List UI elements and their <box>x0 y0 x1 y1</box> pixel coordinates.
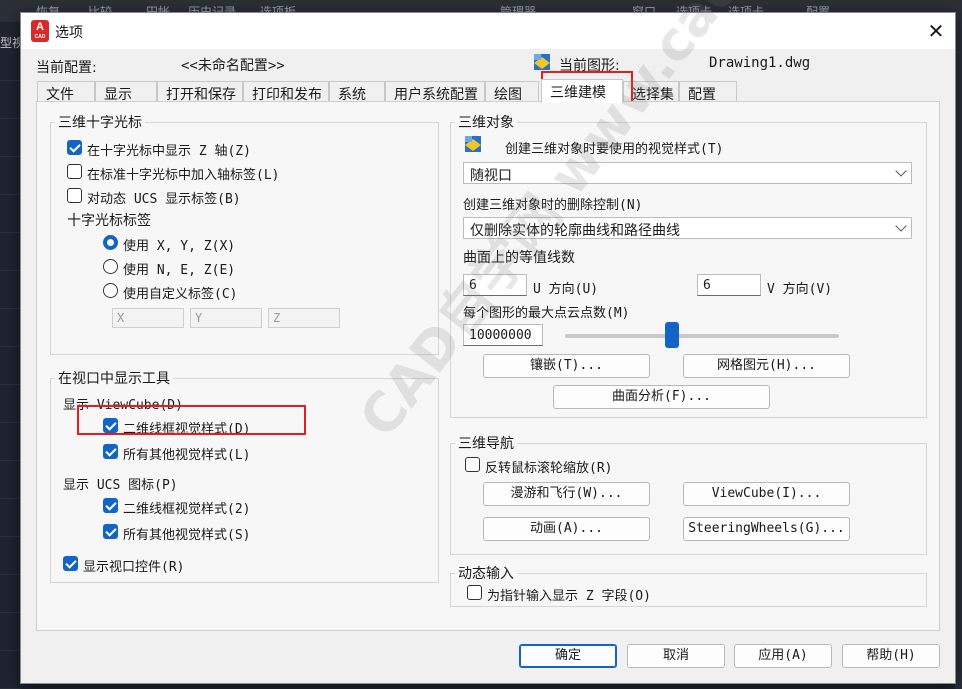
viewcube-settings-button[interactable]: ViewCube(I)... <box>683 482 850 506</box>
current-drawing-label: 当前图形: <box>559 58 620 74</box>
isolines-label: 曲面上的等值线数 <box>463 250 575 266</box>
3d-objects-title: 三维对象 <box>455 112 517 132</box>
crosshair-labels-title: 十字光标标签 <box>67 213 151 229</box>
options-dialog: A CAD 选项 ✕ 当前配置: <<未命名配置>> 当前图形: Drawing1… <box>20 0 956 684</box>
walk-fly-button[interactable]: 漫游和飞行(W)... <box>483 482 650 506</box>
tab-files[interactable]: 文件 <box>37 81 95 103</box>
viewcube-2d-label: 二维线框视觉样式(D) <box>123 422 251 437</box>
current-profile-value: <<未命名配置>> <box>181 58 285 74</box>
max-points-slider-thumb[interactable] <box>664 322 679 348</box>
use-custom-radio[interactable] <box>103 283 118 298</box>
custom-x-field[interactable]: X <box>112 308 184 328</box>
show-z-axis-checkbox[interactable] <box>67 140 82 155</box>
drawing-icon <box>534 54 550 70</box>
background-canvas <box>0 22 20 689</box>
help-button[interactable]: 帮助(H) <box>842 644 940 668</box>
axis-labels-label: 在标准十字光标中加入轴标签(L) <box>87 168 280 183</box>
dynamic-input-title: 动态输入 <box>455 563 517 583</box>
viewcube-2d-checkbox[interactable] <box>103 418 118 433</box>
tab-profiles[interactable]: 配置 <box>679 81 737 103</box>
visual-style-icon <box>465 136 481 152</box>
crosshair-group-title: 三维十字光标 <box>55 112 145 132</box>
animation-button[interactable]: 动画(A)... <box>483 517 650 541</box>
chevron-down-icon <box>895 220 907 232</box>
close-icon[interactable]: ✕ <box>921 17 951 45</box>
tab-3d-modeling[interactable]: 三维建模 <box>541 79 623 103</box>
current-profile-label: 当前配置: <box>36 60 97 76</box>
reverse-wheel-label: 反转鼠标滚轮缩放(R) <box>485 461 613 476</box>
show-z-field-label: 为指针输入显示 Z 字段(O) <box>487 589 651 604</box>
surface-analysis-button[interactable]: 曲面分析(F)... <box>553 385 770 409</box>
viewcube-other-checkbox[interactable] <box>103 444 118 459</box>
visual-style-label: 创建三维对象时要使用的视觉样式(T) <box>505 142 724 157</box>
viewport-controls-checkbox[interactable] <box>63 556 78 571</box>
ucs-other-checkbox[interactable] <box>103 524 118 539</box>
custom-z-field[interactable]: Z <box>268 308 340 328</box>
tab-system[interactable]: 系统 <box>329 81 385 103</box>
axis-labels-checkbox[interactable] <box>67 164 82 179</box>
3d-navigation-title: 三维导航 <box>455 433 517 453</box>
steering-wheels-button[interactable]: SteeringWheels(G)... <box>683 517 850 541</box>
max-points-label: 每个图形的最大点云点数(M) <box>463 306 630 321</box>
viewcube-display-label: 显示 ViewCube(D) <box>63 398 183 413</box>
apply-button[interactable]: 应用(A) <box>734 644 832 668</box>
current-drawing-value: Drawing1.dwg <box>709 55 811 71</box>
dialog-title: 选项 <box>55 25 83 41</box>
dynamic-ucs-labels-checkbox[interactable] <box>67 188 82 203</box>
tab-plot-publish[interactable]: 打印和发布 <box>243 81 329 103</box>
u-isolines-input[interactable]: 6 <box>463 274 527 296</box>
max-points-input[interactable]: 10000000 <box>463 324 543 346</box>
show-z-field-checkbox[interactable] <box>467 585 482 600</box>
ucs-2d-label: 二维线框视觉样式(2) <box>123 502 251 517</box>
visual-style-select[interactable]: 随视口 <box>463 162 912 184</box>
tab-strip: 文件 显示 打开和保存 打印和发布 系统 用户系统配置 绘图 三维建模 选择集 … <box>37 79 739 103</box>
autocad-icon: A CAD <box>31 20 49 42</box>
tab-drafting[interactable]: 绘图 <box>485 81 539 103</box>
use-nez-radio[interactable] <box>103 259 118 274</box>
v-isolines-input[interactable]: 6 <box>697 274 761 296</box>
ucs-2d-checkbox[interactable] <box>103 498 118 513</box>
dynamic-ucs-labels-label: 对动态 UCS 显示标签(B) <box>87 192 241 207</box>
chevron-down-icon <box>895 165 907 177</box>
ucs-icon-display-label: 显示 UCS 图标(P) <box>63 478 178 493</box>
use-xyz-label: 使用 X, Y, Z(X) <box>123 239 236 254</box>
ucs-other-label: 所有其他视觉样式(S) <box>123 528 251 543</box>
cancel-button[interactable]: 取消 <box>627 644 725 668</box>
tessellation-button[interactable]: 镶嵌(T)... <box>483 354 650 378</box>
title-bar: A CAD 选项 ✕ <box>21 13 955 49</box>
ok-button[interactable]: 确定 <box>519 644 617 668</box>
use-custom-label: 使用自定义标签(C) <box>123 287 238 302</box>
custom-y-field[interactable]: Y <box>190 308 262 328</box>
mesh-primitives-button[interactable]: 网格图元(H)... <box>683 354 850 378</box>
show-z-axis-label: 在十字光标中显示 Z 轴(Z) <box>87 144 251 159</box>
tab-open-save[interactable]: 打开和保存 <box>157 81 243 103</box>
max-points-slider-track[interactable] <box>565 334 839 338</box>
viewport-controls-label: 显示视口控件(R) <box>83 560 185 575</box>
deletion-control-select[interactable]: 仅删除实体的轮廓曲线和路径曲线 <box>463 217 912 239</box>
tab-display[interactable]: 显示 <box>95 81 157 103</box>
deletion-control-label: 创建三维对象时的删除控制(N) <box>463 198 643 213</box>
tab-user-preferences[interactable]: 用户系统配置 <box>385 81 485 103</box>
tab-selection[interactable]: 选择集 <box>623 81 679 103</box>
viewcube-other-label: 所有其他视觉样式(L) <box>123 448 251 463</box>
use-xyz-radio[interactable] <box>103 235 118 250</box>
use-nez-label: 使用 N, E, Z(E) <box>123 263 236 278</box>
viewport-tools-title: 在视口中显示工具 <box>55 368 173 388</box>
background-canvas-right <box>955 22 962 689</box>
u-direction-label: U 方向(U) <box>533 282 599 297</box>
v-direction-label: V 方向(V) <box>767 282 833 297</box>
tab-content-panel: 三维十字光标 在十字光标中显示 Z 轴(Z) 在标准十字光标中加入轴标签(L) … <box>36 0 940 631</box>
reverse-wheel-checkbox[interactable] <box>465 457 480 472</box>
